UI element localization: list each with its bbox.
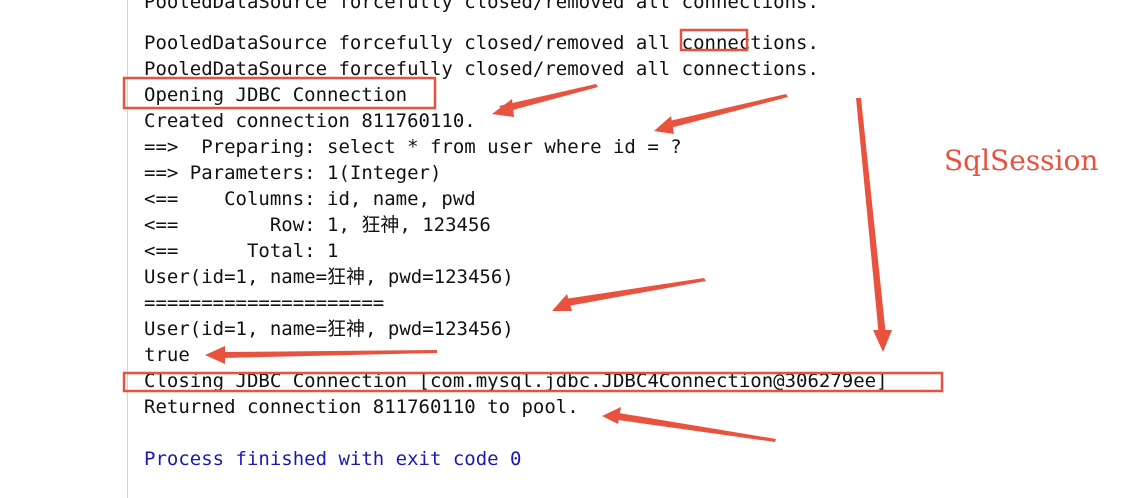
arrow-head-returned-connection (602, 407, 621, 424)
highlight-box-opening-connection (122, 76, 437, 110)
arrow-to-separator (565, 278, 706, 306)
arrow-to-returned-connection (618, 413, 776, 442)
arrow-to-opening-connection (499, 84, 598, 112)
arrow-head-closing-connection (873, 330, 892, 352)
arrow-to-closing-connection (856, 98, 886, 337)
highlight-box-closing-connection (122, 371, 944, 393)
highlight-box-all-connections (679, 28, 749, 52)
arrow-head-true (205, 346, 225, 364)
arrow-to-created-connection (665, 94, 788, 128)
arrow-head-separator (552, 294, 572, 311)
annotation-overlay (122, 28, 944, 442)
arrow-head-created-connection (654, 116, 674, 134)
arrow-head-opening-connection (492, 99, 514, 117)
arrow-to-true (222, 350, 437, 358)
